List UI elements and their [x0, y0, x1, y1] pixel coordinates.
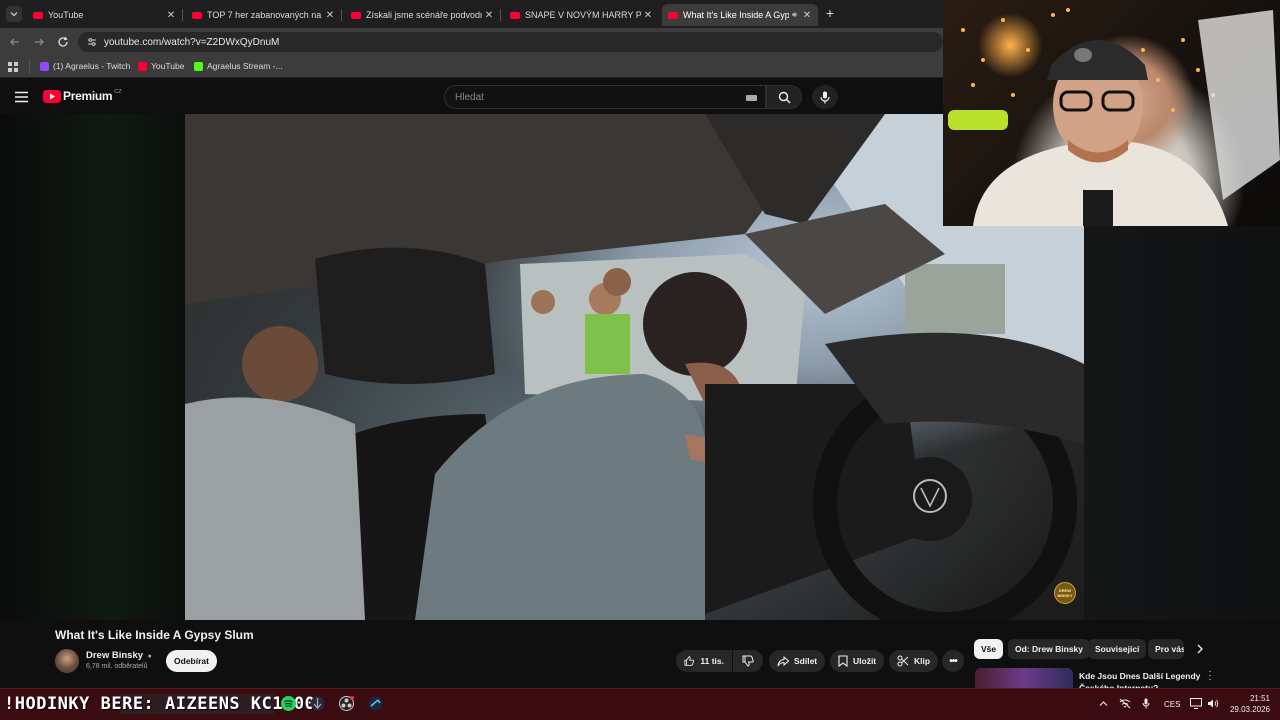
voice-search-button[interactable] [812, 85, 838, 109]
menu-icon[interactable] [15, 91, 28, 103]
obs-icon[interactable] [339, 696, 354, 711]
tab-title: What It's Like Inside A Gyps [683, 10, 789, 20]
url-text: youtube.com/watch?v=Z2DWxQyDnuM [104, 36, 280, 48]
search-placeholder: Hledat [455, 91, 484, 103]
address-bar[interactable]: youtube.com/watch?v=Z2DWxQyDnuM [78, 32, 943, 52]
taskbar-clock[interactable]: 21:51 29.03.2026 [1226, 693, 1270, 715]
youtube-favicon-icon [192, 11, 202, 19]
clip-button[interactable]: Klip [889, 650, 939, 672]
bookmarks-bar: (1) Agraelus - Twitch YouTube Agraelus S… [0, 56, 943, 78]
close-tab-icon[interactable]: ✕ [800, 10, 814, 21]
channel-avatar[interactable] [55, 649, 79, 673]
tab-list-button[interactable] [6, 6, 22, 22]
microphone-icon[interactable] [1142, 698, 1150, 709]
share-button[interactable]: Sdílet [769, 650, 826, 672]
stream-overlay-text: !HODINKY BERE: AIZEENS KC1000 [4, 694, 316, 714]
chevron-down-icon [10, 12, 18, 17]
channel-name[interactable]: Drew Binsky ● [86, 650, 152, 661]
close-tab-icon[interactable]: ✕ [482, 10, 496, 21]
keyboard-icon[interactable] [746, 95, 757, 101]
tab-title: Získali jsme scénáře podvodník [366, 10, 482, 20]
close-tab-icon[interactable]: ✕ [164, 10, 178, 21]
bookmark-twitch[interactable]: (1) Agraelus - Twitch [40, 61, 130, 71]
thumbs-down-icon [742, 655, 754, 667]
browser-tab-bar: YouTube ✕ TOP 7 her zabanovaných na Ste … [0, 0, 943, 28]
share-icon [777, 655, 789, 666]
save-button[interactable]: Uložit [830, 650, 885, 672]
youtube-logo[interactable]: Premium CZ [43, 89, 122, 103]
bookmark-kick[interactable]: Agraelus Stream -... [194, 61, 283, 71]
region-code: CZ [114, 88, 122, 95]
tab-title: YouTube [48, 10, 84, 20]
tab-title: TOP 7 her zabanovaných na Ste [207, 10, 323, 20]
clock-time: 21:51 [1249, 694, 1270, 703]
search-button[interactable] [766, 85, 802, 109]
youtube-favicon-icon [510, 11, 520, 19]
player-background [1084, 226, 1280, 620]
bookmark-icon [838, 655, 848, 667]
network-off-icon[interactable] [1119, 698, 1131, 709]
browser-tab-snape[interactable]: SNAPE V NOVÝM HARRY POTT ✕ [504, 4, 659, 26]
chip-related[interactable]: Související [1088, 639, 1147, 659]
channel-watermark[interactable]: DREW BINSKY [1054, 582, 1076, 604]
app-icon[interactable] [310, 696, 325, 711]
reload-icon[interactable] [57, 36, 69, 48]
back-icon[interactable] [9, 36, 21, 48]
steam-icon[interactable] [368, 696, 383, 711]
subscribe-button[interactable]: Odebírat [166, 650, 217, 672]
spotify-icon[interactable] [281, 696, 296, 711]
forward-icon[interactable] [33, 36, 45, 48]
browser-tab-scenare[interactable]: Získali jsme scénáře podvodník ✕ [345, 4, 501, 26]
chip-for-you[interactable]: Pro vás [1148, 639, 1184, 659]
youtube-favicon-icon [351, 11, 361, 19]
webcam-frame [948, 8, 1280, 226]
recommendation-thumbnail[interactable] [975, 668, 1073, 688]
more-actions-button[interactable]: ••• [942, 650, 964, 672]
browser-tab-active[interactable]: What It's Like Inside A Gyps 🔊︎ ✕ [662, 4, 818, 26]
input-language[interactable]: CES [1164, 700, 1180, 709]
search-input[interactable]: Hledat [444, 85, 766, 109]
tab-title: SNAPE V NOVÝM HARRY POTT [525, 10, 641, 20]
youtube-icon [138, 61, 147, 71]
video-title: What It's Like Inside A Gypsy Slum [55, 628, 254, 642]
site-info-icon[interactable] [87, 37, 97, 47]
like-count: 11 tis. [700, 656, 724, 666]
youtube-favicon-icon [668, 11, 678, 19]
microphone-icon [820, 91, 830, 103]
chip-from-channel[interactable]: Od: Drew Binsky [1008, 639, 1091, 659]
youtube-play-icon [43, 89, 61, 103]
divider [29, 60, 30, 74]
logo-text: Premium [63, 89, 113, 103]
clock-date: 29.03.2026 [1229, 705, 1270, 714]
dislike-button[interactable] [733, 650, 763, 672]
webcam-overlay [943, 0, 1280, 226]
kick-icon [194, 61, 203, 71]
recommendation-menu-icon[interactable]: · · · [1207, 667, 1213, 685]
subscriber-count: 6,78 mil. odběratelů [86, 663, 148, 670]
like-button[interactable]: 11 tis. [676, 650, 732, 672]
search-icon [778, 91, 790, 103]
twitch-icon [40, 61, 49, 71]
player-background [0, 114, 185, 620]
close-tab-icon[interactable]: ✕ [641, 10, 655, 21]
chevron-right-icon[interactable] [1196, 644, 1204, 654]
more-icon: ••• [949, 655, 957, 667]
new-tab-button[interactable]: + [822, 5, 838, 21]
youtube-favicon-icon [33, 11, 43, 19]
chevron-up-icon[interactable] [1099, 700, 1108, 707]
display-icon[interactable] [1190, 698, 1202, 709]
bookmark-youtube[interactable]: YouTube [138, 61, 184, 71]
verified-check-icon: ● [147, 653, 152, 660]
thumbs-up-icon [684, 656, 695, 666]
volume-icon[interactable] [1207, 698, 1219, 709]
speaker-icon[interactable]: 🔊︎ [792, 10, 797, 20]
close-tab-icon[interactable]: ✕ [323, 10, 337, 21]
chip-all[interactable]: Vše [974, 639, 1004, 659]
browser-tab-top7[interactable]: TOP 7 her zabanovaných na Ste ✕ [186, 4, 342, 26]
scissors-icon [897, 655, 909, 667]
apps-grid-icon[interactable] [8, 62, 18, 72]
browser-tab-youtube[interactable]: YouTube ✕ [27, 4, 183, 26]
